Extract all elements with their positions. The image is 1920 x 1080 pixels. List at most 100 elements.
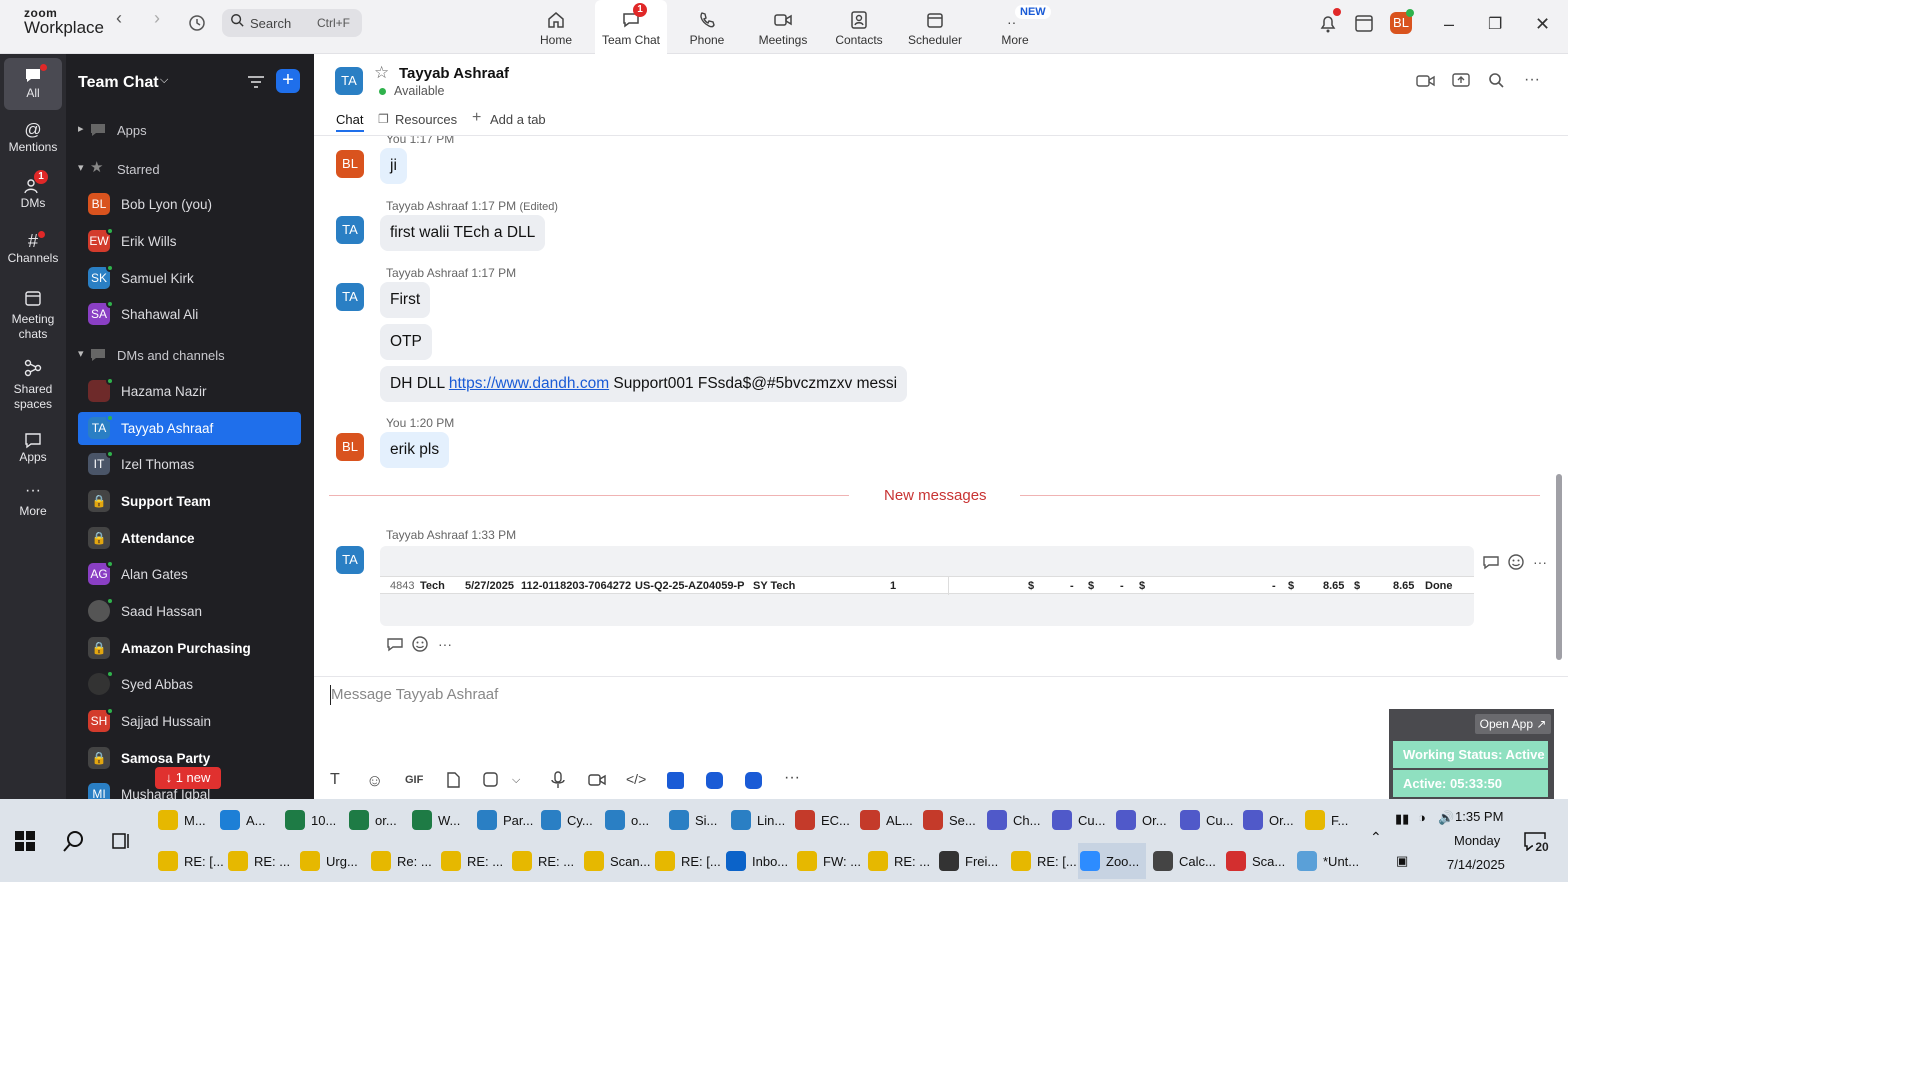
taskbar-app[interactable]: F... (1305, 802, 1365, 838)
chevron-down-icon[interactable]: ⌵ (512, 774, 520, 787)
taskbar-app[interactable]: Or... (1116, 802, 1176, 838)
clock-time[interactable]: 1:35 PM (1455, 809, 1503, 824)
taskbar-app[interactable]: 10... (285, 802, 345, 838)
taskbar-app[interactable]: AL... (860, 802, 920, 838)
search-icon[interactable] (62, 829, 86, 853)
list-item[interactable]: 🔒 Amazon Purchasing (78, 632, 301, 665)
minimize-icon[interactable]: – (1444, 14, 1454, 35)
reply-icon[interactable] (1482, 554, 1500, 570)
taskbar-window[interactable]: FW: ... (795, 843, 863, 879)
list-item[interactable]: AG Alan Gates (78, 558, 301, 591)
message-link[interactable]: https://www.dandh.com (449, 375, 609, 392)
tab-chat[interactable]: Chat (336, 112, 363, 127)
list-item[interactable]: SH Sajjad Hussain (78, 705, 301, 738)
taskbar-app[interactable]: Se... (923, 802, 983, 838)
battery-icon[interactable]: ▮▮ (1395, 811, 1409, 827)
list-item[interactable]: Hazama Nazir (78, 375, 301, 408)
format-text-icon[interactable]: T (330, 771, 340, 789)
rail-mentions[interactable]: @ Mentions (0, 120, 66, 154)
rail-more[interactable]: ··· More (0, 483, 66, 519)
more-options-icon[interactable]: ··· (1524, 71, 1540, 89)
taskbar-window[interactable]: Zoo... (1078, 843, 1146, 879)
screenshot-icon[interactable] (483, 772, 499, 788)
taskbar-app[interactable]: W... (412, 802, 472, 838)
rail-meeting-chats[interactable]: Meeting chats (0, 288, 66, 342)
close-icon[interactable]: ✕ (1535, 14, 1550, 35)
notification-monitor-icon[interactable]: ▣ (1396, 853, 1408, 869)
tab-add[interactable]: Add a tab (490, 112, 546, 127)
taskbar-app[interactable]: EC... (795, 802, 855, 838)
scrollbar[interactable] (1556, 474, 1562, 660)
contact-name[interactable]: Tayyab Ashraaf (399, 65, 509, 82)
taskbar-window[interactable]: RE: [... (1009, 843, 1077, 879)
volume-icon[interactable]: 🔊 (1438, 810, 1454, 826)
search-icon[interactable] (1488, 72, 1504, 88)
task-view-icon[interactable] (112, 831, 132, 851)
section-apps[interactable]: ▸ Apps (78, 116, 301, 144)
new-messages-pill[interactable]: ↓ 1 new (155, 767, 221, 789)
table-snippet[interactable]: 4843 Tech 5/27/2025 112-0118203-7064272 … (380, 546, 1474, 626)
taskbar-app[interactable]: Cu... (1052, 802, 1112, 838)
taskbar-app[interactable]: Ch... (987, 802, 1047, 838)
taskbar-app[interactable]: or... (349, 802, 409, 838)
rail-shared-spaces[interactable]: Shared spaces (0, 358, 66, 412)
more-options-icon[interactable]: ··· (784, 769, 800, 787)
forward-arrow-icon[interactable]: › (154, 8, 160, 29)
taskbar-window[interactable]: Calc... (1151, 843, 1219, 879)
taskbar-window[interactable]: Re: ... (369, 843, 437, 879)
bell-icon[interactable] (1318, 13, 1338, 35)
tab-contacts[interactable]: Contacts (823, 0, 895, 54)
star-icon[interactable]: ☆ (374, 63, 389, 83)
list-item[interactable]: Syed Abbas (78, 668, 301, 701)
taskbar-window[interactable]: Frei... (937, 843, 1005, 879)
taskbar-app[interactable]: o... (605, 802, 665, 838)
history-icon[interactable] (187, 13, 207, 33)
taskbar-app[interactable]: A... (220, 802, 280, 838)
list-item[interactable]: Saad Hassan (78, 595, 301, 628)
taskbar-app[interactable]: Or... (1243, 802, 1303, 838)
message-bubble[interactable]: erik pls (380, 432, 450, 468)
app-icon-2[interactable] (706, 772, 723, 789)
tab-scheduler[interactable]: Scheduler (899, 0, 971, 54)
rail-apps[interactable]: Apps (0, 430, 66, 464)
section-starred[interactable]: ▾ ★ Starred (78, 155, 301, 183)
rail-dms[interactable]: 1 DMs (0, 170, 66, 210)
section-dms[interactable]: ▾ DMs and channels (78, 341, 301, 369)
video-message-icon[interactable] (588, 772, 606, 788)
message-bubble[interactable]: First (380, 282, 431, 318)
app-icon-1[interactable] (667, 772, 684, 789)
chevron-down-icon[interactable]: ⌵ (160, 74, 168, 87)
taskbar-window[interactable]: Scan... (582, 843, 650, 879)
more-options-icon[interactable]: ··· (438, 636, 452, 652)
video-icon[interactable] (1416, 73, 1436, 89)
rail-channels[interactable]: # Channels (0, 231, 66, 265)
back-arrow-icon[interactable]: ‹ (116, 8, 122, 29)
wifi-icon[interactable]: ◑ (1418, 810, 1426, 825)
tab-home[interactable]: Home (520, 0, 592, 54)
open-app-button[interactable]: Open App ↗ (1475, 714, 1551, 734)
tab-resources[interactable]: Resources (395, 112, 457, 127)
microphone-icon[interactable] (551, 771, 565, 789)
list-item[interactable]: IT Izel Thomas (78, 448, 301, 481)
taskbar-window[interactable]: RE: ... (510, 843, 578, 879)
reply-icon[interactable] (386, 636, 404, 652)
taskbar-app[interactable]: Par... (477, 802, 537, 838)
emoji-icon[interactable] (1507, 553, 1525, 571)
emoji-icon[interactable] (411, 635, 429, 653)
message-bubble[interactable]: ji (380, 148, 407, 184)
app-icon-3[interactable] (745, 772, 762, 789)
list-item[interactable]: 🔒 Attendance (78, 522, 301, 555)
more-options-icon[interactable]: ··· (1533, 554, 1547, 570)
gif-icon[interactable]: GIF (405, 774, 423, 786)
tab-meetings[interactable]: Meetings (747, 0, 819, 54)
taskbar-window[interactable]: RE: [... (156, 843, 224, 879)
list-item[interactable]: SK Samuel Kirk (78, 262, 301, 295)
taskbar-window[interactable]: Urg... (298, 843, 366, 879)
list-item[interactable]: SA Shahawal Ali (78, 298, 301, 331)
emoji-icon[interactable]: ☺ (366, 771, 383, 791)
taskbar-app[interactable]: Cy... (541, 802, 601, 838)
file-icon[interactable] (446, 772, 460, 788)
taskbar-window[interactable]: Inbo... (724, 843, 792, 879)
windows-start-icon[interactable] (15, 831, 35, 851)
taskbar-window[interactable]: Sca... (1224, 843, 1292, 879)
